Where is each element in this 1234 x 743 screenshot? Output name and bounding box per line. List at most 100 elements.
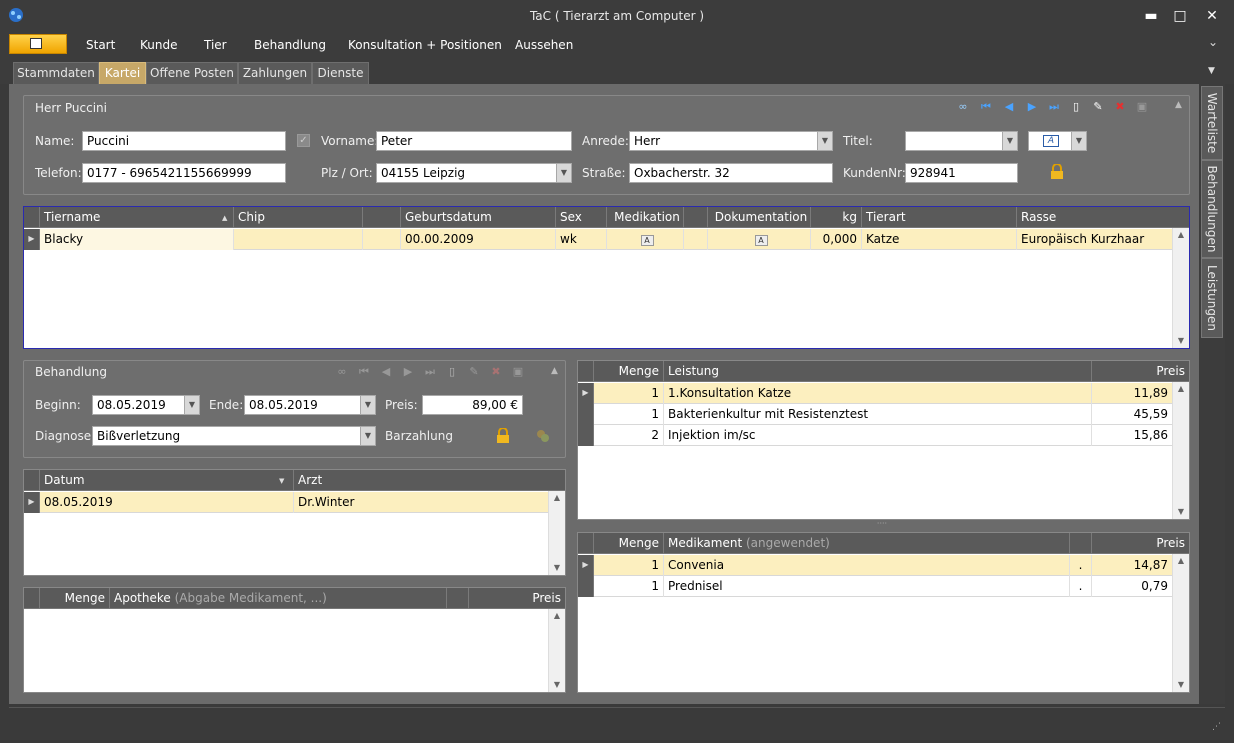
scroll-down-icon[interactable]: ▼ [549,678,565,692]
cell-leistung[interactable]: 1.Konsultation Katze [664,383,1092,404]
treatment-save-icon[interactable]: ▣ [510,364,526,380]
resize-grip-icon[interactable]: ⋰ [1212,722,1221,732]
scroll-down-icon[interactable]: ▼ [1173,505,1189,519]
cell-menge[interactable]: 1 [594,383,664,404]
barzahlung-lock-icon[interactable] [496,427,510,444]
col-services-preis[interactable]: Preis [1092,361,1189,382]
col-medications-extra[interactable] [1070,533,1092,554]
preis-field[interactable]: 89,00 € [422,395,523,415]
collapse-treatment-icon[interactable]: ▲ [551,366,558,376]
services-scrollbar[interactable]: ▲ ▼ [1172,382,1189,519]
new-record-icon[interactable]: ▯ [1068,99,1084,115]
col-medikament[interactable]: Medikament (angewendet) [664,533,1070,554]
cell-preis[interactable]: 14,87 [1092,555,1172,576]
treatment-delete-icon[interactable]: ✖ [488,364,504,380]
menu-start[interactable]: Start [86,38,115,52]
scroll-down-icon[interactable]: ▼ [1173,334,1189,348]
cell-preis[interactable]: 11,89 [1092,383,1172,404]
col-pharmacy-preis[interactable]: Preis [469,588,565,609]
name-checkbox[interactable]: ✓ [297,134,310,147]
col-pharmacy-menge[interactable]: Menge [40,588,110,609]
medications-scrollbar[interactable]: ▲ ▼ [1172,554,1189,692]
menu-konsultation[interactable]: Konsultation + Positionen [348,38,502,52]
tab-zahlungen[interactable]: Zahlungen [238,62,312,84]
cell-menge[interactable]: 1 [594,576,664,597]
kundennr-field[interactable]: 928941 [905,163,1018,183]
delete-record-icon[interactable]: ✖ [1112,99,1128,115]
cell-kg[interactable]: 0,000 [811,229,862,250]
col-leistung[interactable]: Leistung [664,361,1092,382]
scroll-up-icon[interactable]: ▲ [1173,382,1189,396]
cell-leistung[interactable]: Bakterienkultur mit Resistenztest [664,404,1092,425]
sidebar-tab-behandlungen[interactable]: Behandlungen [1201,160,1223,258]
cell-medikament[interactable]: Convenia [664,555,1070,576]
dokumentation-note-icon[interactable]: A [754,235,768,246]
menu-aussehen[interactable]: Aussehen [515,38,573,52]
treatment-next-icon[interactable]: ▶ [400,364,416,380]
save-record-icon[interactable]: ▣ [1134,99,1150,115]
tab-dienste[interactable]: Dienste [312,62,369,84]
maximize-button[interactable]: □ [1169,6,1191,26]
col-unnamed-2[interactable] [684,207,708,228]
scroll-up-icon[interactable]: ▲ [549,609,565,623]
cell-datum[interactable]: 08.05.2019 [40,492,294,513]
col-chip[interactable]: Chip [234,207,363,228]
treatment-search-icon[interactable]: ∞ [334,364,350,380]
splitter-grip-icon[interactable]: ···· [873,520,891,528]
lock-icon[interactable] [1050,163,1064,180]
minimize-button[interactable]: ▬ [1140,6,1162,26]
table-row[interactable]: ▶ Blacky 00.00.2009 wk A A 0,000 Katze E… [24,229,1172,250]
sidebar-tab-leistungen[interactable]: Leistungen [1201,258,1223,338]
dates-scrollbar[interactable]: ▲ ▼ [548,491,565,575]
cell-extra[interactable] [363,229,401,250]
col-dokumentation[interactable]: Dokumentation [708,207,811,228]
sidebar-tab-warteliste[interactable]: Warteliste [1201,86,1223,160]
diagnose-dropdown-icon[interactable]: ▼ [361,426,376,446]
col-pharmacy-extra[interactable] [447,588,469,609]
cell-medikation[interactable]: A [607,229,684,250]
col-sex[interactable]: Sex [556,207,607,228]
search-binoculars-icon[interactable]: ∞ [955,99,971,115]
table-row[interactable]: 2 Injektion im/sc 15,86 [578,425,1172,446]
telefon-field[interactable]: 0177 - 6965421155669999 [82,163,286,183]
menu-tier[interactable]: Tier [204,38,227,52]
treatment-prev-icon[interactable]: ◀ [378,364,394,380]
ende-date-field[interactable]: 08.05.2019 [244,395,361,415]
cell-tierart[interactable]: Katze [862,229,1017,250]
col-medications-menge[interactable]: Menge [594,533,664,554]
font-style-button[interactable]: A [1028,131,1072,151]
medikation-note-icon[interactable]: A [640,235,654,246]
col-unnamed-1[interactable] [363,207,401,228]
font-style-dropdown-icon[interactable]: ▼ [1072,131,1087,151]
beginn-date-field[interactable]: 08.05.2019 [92,395,185,415]
col-medications-preis[interactable]: Preis [1092,533,1189,554]
diagnose-select[interactable]: Bißverletzung [92,426,361,446]
treatment-first-icon[interactable]: ⏮ [356,364,372,380]
table-row[interactable]: 1 Bakterienkultur mit Resistenztest 45,5… [578,404,1172,425]
table-row[interactable]: ▶ 1 Convenia . 14,87 [578,555,1172,576]
col-medikation[interactable]: Medikation [607,207,684,228]
titel-select[interactable] [905,131,1003,151]
cell-extra2[interactable] [684,229,708,250]
cell-chip[interactable] [234,229,363,250]
tab-stammdaten[interactable]: Stammdaten [13,62,99,84]
col-apotheke[interactable]: Apotheke (Abgabe Medikament, ...) [110,588,447,609]
name-field[interactable]: Puccini [82,131,286,151]
scroll-down-icon[interactable]: ▼ [1173,678,1189,692]
cell-geburtsdatum[interactable]: 00.00.2009 [401,229,556,250]
titel-dropdown-icon[interactable]: ▼ [1003,131,1018,151]
cell-tiername[interactable]: Blacky [40,229,234,250]
cell-dot[interactable]: . [1070,576,1092,597]
cell-menge[interactable]: 1 [594,404,664,425]
cell-preis[interactable]: 15,86 [1092,425,1172,446]
beginn-dropdown-icon[interactable]: ▼ [185,395,200,415]
treatment-last-icon[interactable]: ⏭ [422,364,438,380]
animals-scrollbar[interactable]: ▲ ▼ [1172,228,1189,348]
coins-icon[interactable] [535,428,551,444]
menu-behandlung[interactable]: Behandlung [254,38,326,52]
pharmacy-scrollbar[interactable]: ▲ ▼ [548,609,565,692]
menu-kunde[interactable]: Kunde [140,38,177,52]
col-services-menge[interactable]: Menge [594,361,664,382]
edit-record-icon[interactable]: ✎ [1090,99,1106,115]
cell-menge[interactable]: 1 [594,555,664,576]
